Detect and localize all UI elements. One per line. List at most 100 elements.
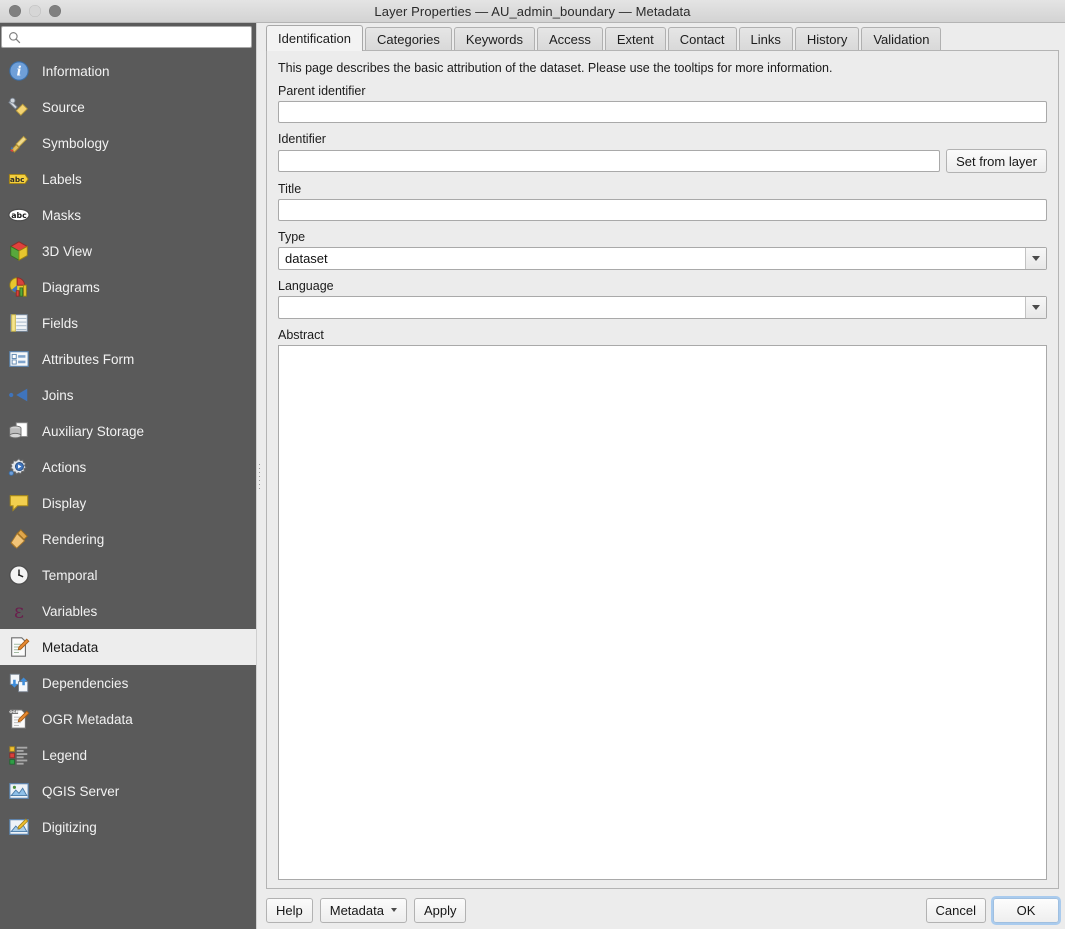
actions-gear-icon: [6, 454, 32, 480]
sidebar-item-label: QGIS Server: [42, 783, 120, 799]
tab-validation[interactable]: Validation: [861, 27, 942, 51]
sidebar-search-wrap: [0, 23, 256, 50]
identifier-input[interactable]: [278, 150, 941, 172]
zoom-button[interactable]: [49, 5, 61, 17]
sidebar-item-fields[interactable]: Fields: [0, 305, 256, 341]
dialog-footer: Help Metadata Apply Cancel OK: [262, 890, 1065, 929]
masks-abc-icon: abc: [6, 202, 32, 228]
sidebar-item-display[interactable]: Display: [0, 485, 256, 521]
digitizing-icon: [6, 814, 32, 840]
search-icon: [8, 31, 21, 44]
sidebar-item-legend[interactable]: Legend: [0, 737, 256, 773]
sidebar-item-auxiliary-storage[interactable]: Auxiliary Storage: [0, 413, 256, 449]
auxiliary-storage-icon: [6, 418, 32, 444]
tab-contact[interactable]: Contact: [667, 27, 737, 51]
identifier-label: Identifier: [278, 132, 326, 146]
sidebar: i Information Source Symbology abc Labels abc M…: [0, 23, 256, 929]
splitter-dot: [259, 468, 260, 469]
cancel-button[interactable]: Cancel: [925, 897, 986, 923]
type-combobox[interactable]: dataset: [278, 247, 1047, 270]
identification-tab-panel: This page describes the basic attributio…: [266, 50, 1059, 889]
metadata-menu-button[interactable]: Metadata: [319, 897, 407, 923]
sidebar-item-metadata[interactable]: Metadata: [0, 629, 256, 665]
sidebar-item-label: Rendering: [42, 531, 105, 547]
titlebar: Layer Properties — AU_admin_boundary — M…: [0, 0, 1065, 23]
metadata-menu-label: Metadata: [329, 902, 384, 918]
splitter-dot: [259, 472, 260, 473]
svg-text:OGR: OGR: [9, 709, 18, 714]
sidebar-item-label: Legend: [42, 747, 88, 763]
search-input[interactable]: [21, 29, 245, 45]
set-from-layer-button[interactable]: Set from layer: [946, 149, 1047, 173]
sidebar-item-label: Variables: [42, 603, 98, 619]
sidebar-item-label: Labels: [42, 171, 82, 187]
display-balloon-icon: [6, 490, 32, 516]
sidebar-item-diagrams[interactable]: Diagrams: [0, 269, 256, 305]
splitter-dot: [259, 464, 260, 465]
tab-history[interactable]: History: [794, 27, 860, 51]
sidebar-item-label: 3D View: [42, 243, 93, 259]
identifier-block: Identifier Set from layer: [278, 132, 1047, 173]
svg-text:abc: abc: [10, 175, 25, 184]
sidebar-nav-list: i Information Source Symbology abc Labels abc M…: [0, 50, 256, 929]
3d-view-cube-icon: [6, 238, 32, 264]
sidebar-item-label: Source: [42, 99, 85, 115]
sidebar-item-label: Digitizing: [42, 819, 97, 835]
sidebar-item-ogr-metadata[interactable]: OGR OGR Metadata: [0, 701, 256, 737]
sidebar-item-information[interactable]: i Information: [0, 53, 256, 89]
search-box[interactable]: [1, 26, 252, 48]
metadata-document-pencil-icon: [6, 634, 32, 660]
tab-identification[interactable]: Identification: [266, 25, 363, 51]
sidebar-item-label: Fields: [42, 315, 79, 331]
sidebar-item-symbology[interactable]: Symbology: [0, 125, 256, 161]
sidebar-item-label: Display: [42, 495, 87, 511]
sidebar-item-label: Actions: [42, 459, 87, 475]
abstract-block: Abstract: [278, 328, 1047, 880]
tab-extent[interactable]: Extent: [604, 27, 666, 51]
sidebar-item-label: Auxiliary Storage: [42, 423, 145, 439]
sidebar-item-attributes-form[interactable]: Attributes Form: [0, 341, 256, 377]
sidebar-item-source[interactable]: Source: [0, 89, 256, 125]
tab-links[interactable]: Links: [738, 27, 793, 51]
title-block: Title: [278, 182, 1047, 221]
close-button[interactable]: [9, 5, 21, 17]
splitter-dot: [259, 476, 260, 477]
tab-categories[interactable]: Categories: [365, 27, 452, 51]
sidebar-item-variables[interactable]: ε Variables: [0, 593, 256, 629]
sidebar-item-digitizing[interactable]: Digitizing: [0, 809, 256, 845]
sidebar-item-label: Symbology: [42, 135, 109, 151]
title-input[interactable]: [278, 199, 1047, 221]
type-value: dataset: [285, 251, 328, 266]
abstract-textarea[interactable]: [278, 345, 1047, 880]
symbology-brush-icon: [6, 130, 32, 156]
chevron-down-icon[interactable]: [1025, 297, 1046, 318]
splitter-dot: [259, 488, 260, 489]
chevron-down-icon[interactable]: [1025, 248, 1046, 269]
apply-button[interactable]: Apply: [413, 897, 467, 923]
sidebar-item-labels[interactable]: abc Labels: [0, 161, 256, 197]
layer-properties-dialog: Layer Properties — AU_admin_boundary — M…: [0, 0, 1065, 929]
sidebar-item-rendering[interactable]: Rendering: [0, 521, 256, 557]
chevron-down-icon: [390, 908, 397, 912]
sidebar-item-qgis-server[interactable]: QGIS Server: [0, 773, 256, 809]
minimize-button[interactable]: [29, 5, 41, 17]
parent-identifier-input[interactable]: [278, 101, 1047, 123]
sidebar-item-joins[interactable]: Joins: [0, 377, 256, 413]
svg-text:abc: abc: [11, 211, 27, 220]
sidebar-item-masks[interactable]: abc Masks: [0, 197, 256, 233]
sidebar-item-3d-view[interactable]: 3D View: [0, 233, 256, 269]
sidebar-item-actions[interactable]: Actions: [0, 449, 256, 485]
sidebar-item-label: Dependencies: [42, 675, 129, 691]
language-combobox[interactable]: [278, 296, 1047, 319]
splitter-dot: [259, 484, 260, 485]
sidebar-item-dependencies[interactable]: Dependencies: [0, 665, 256, 701]
content-area: Identification Categories Keywords Access Ex…: [262, 23, 1065, 929]
sidebar-item-temporal[interactable]: Temporal: [0, 557, 256, 593]
tab-keywords[interactable]: Keywords: [453, 27, 535, 51]
help-button[interactable]: Help: [266, 897, 313, 923]
window-title: Layer Properties — AU_admin_boundary — M…: [374, 3, 691, 19]
svg-text:i: i: [17, 65, 22, 80]
ok-button[interactable]: OK: [993, 897, 1059, 923]
joins-icon: [6, 382, 32, 408]
tab-access[interactable]: Access: [536, 27, 603, 51]
